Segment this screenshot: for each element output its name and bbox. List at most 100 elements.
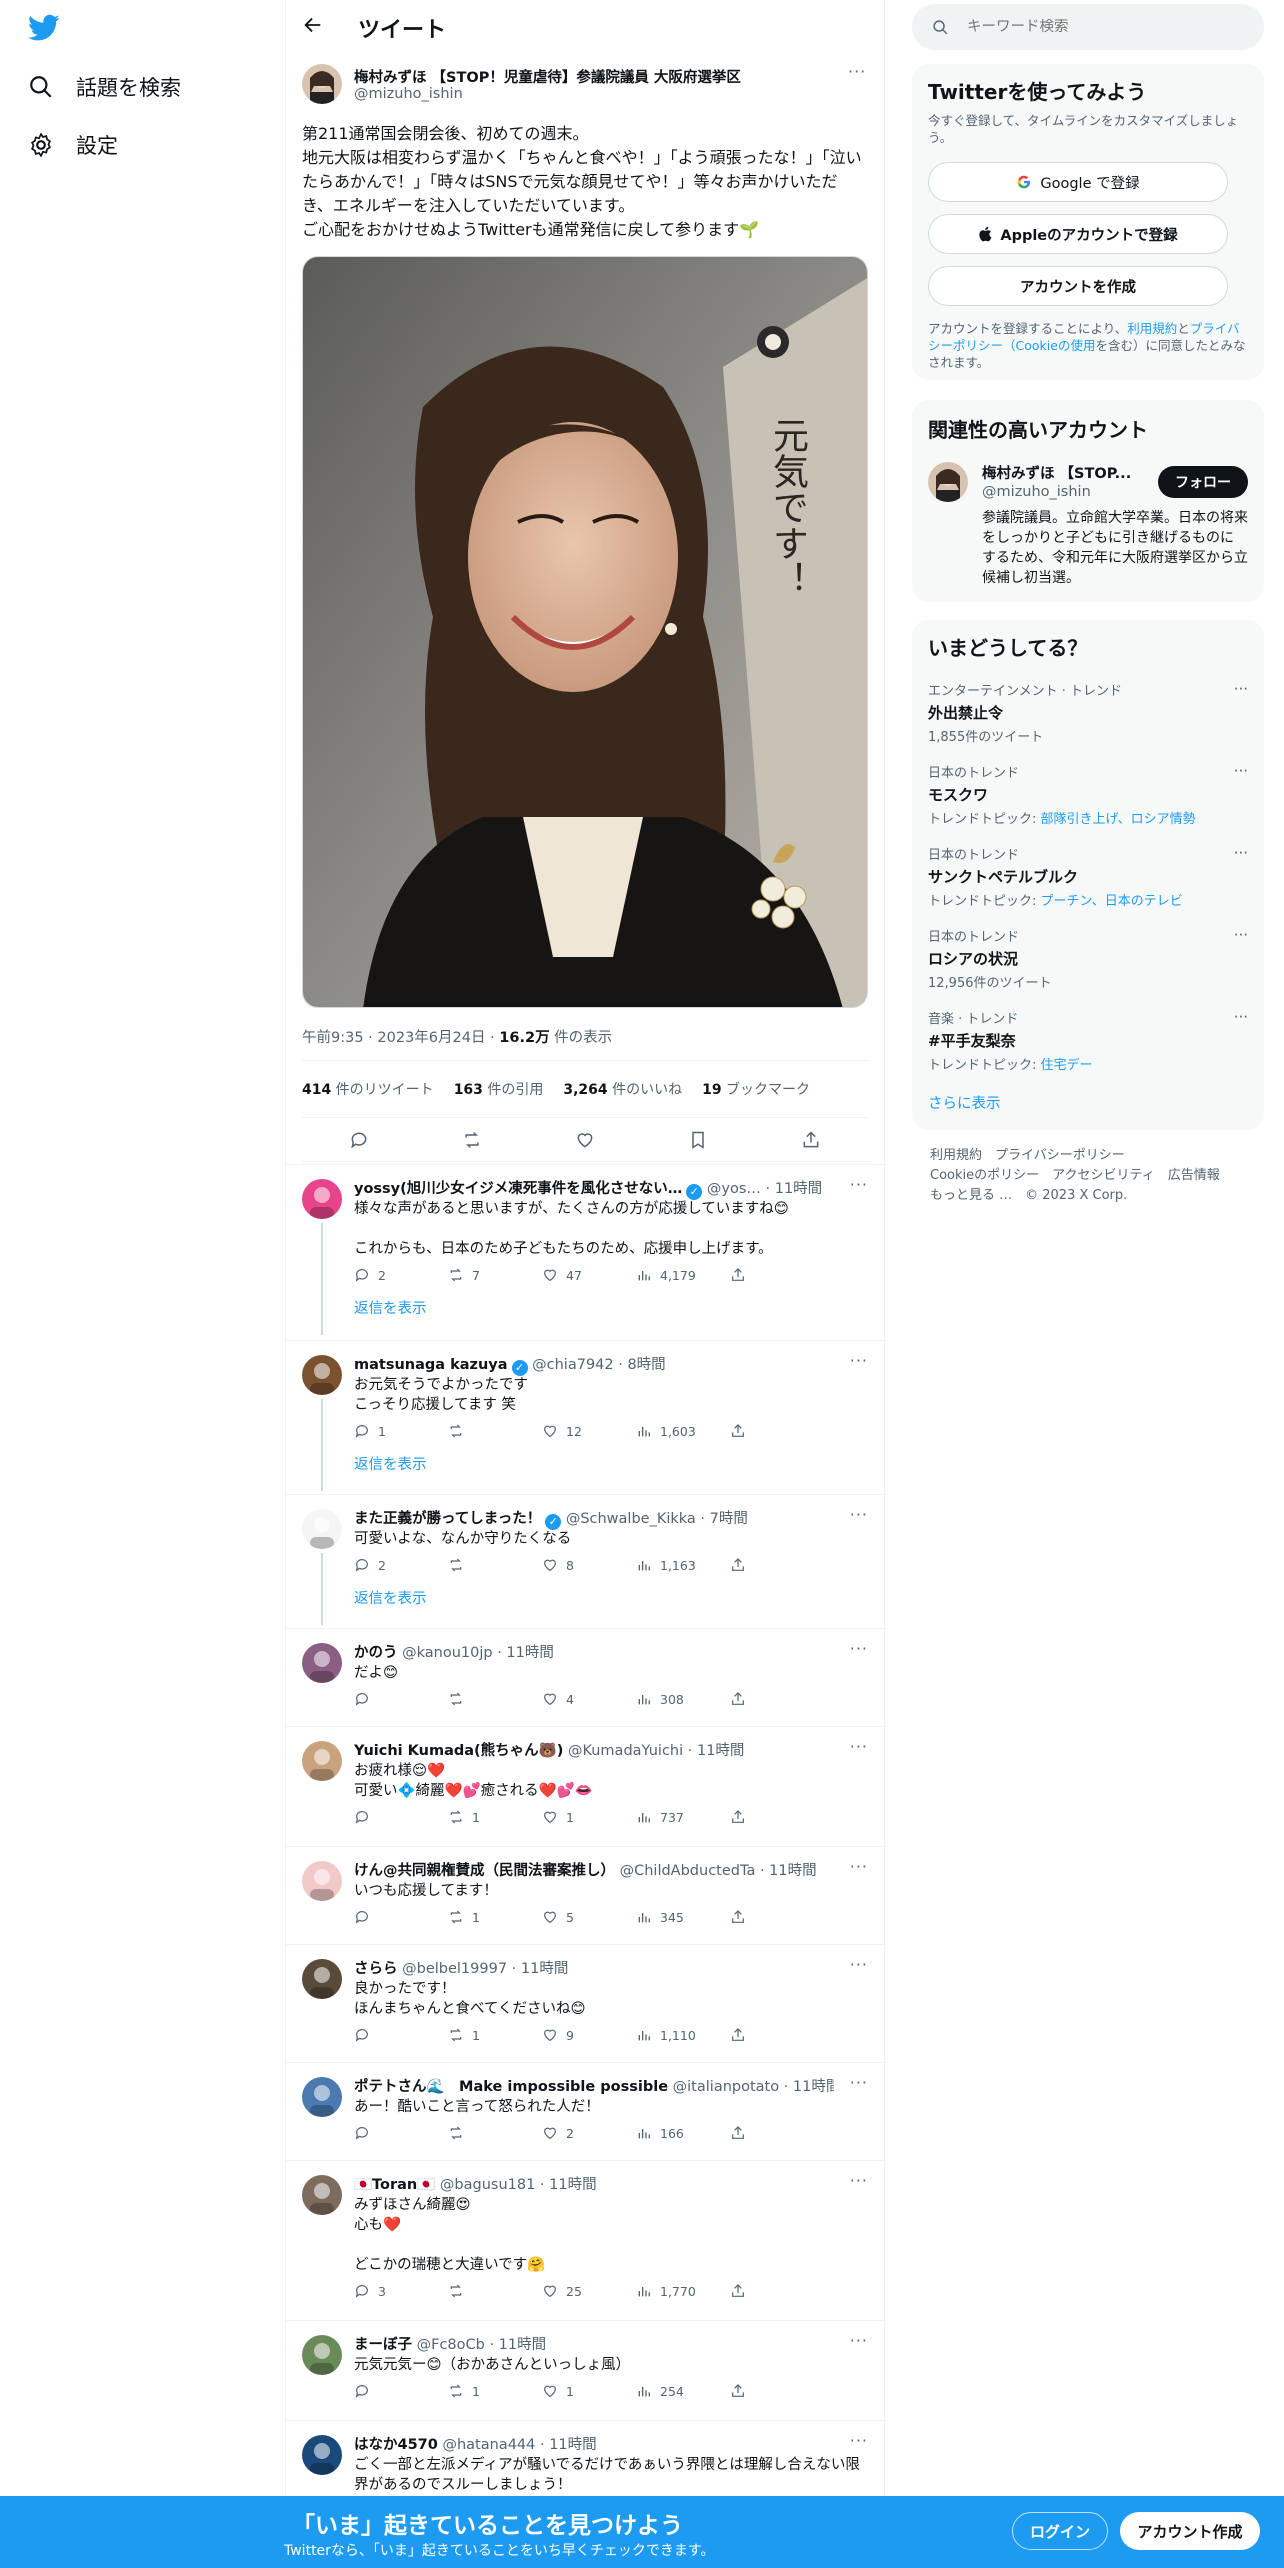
reply-author-handle[interactable]: @Fc8oCb: [417, 2337, 485, 2353]
terms-link[interactable]: 利用規約: [1127, 321, 1177, 336]
more-options-icon[interactable]: ···: [850, 2073, 868, 2092]
like-button[interactable]: 4: [542, 1691, 636, 1707]
related-name[interactable]: 梅村みずほ 【STOP...: [982, 462, 1131, 483]
reply-author-handle[interactable]: @ChildAbductedTa: [620, 1863, 756, 1879]
more-options-icon[interactable]: ···: [850, 1857, 868, 1876]
more-options-icon[interactable]: ···: [850, 1639, 868, 1658]
related-handle[interactable]: @mizuho_ishin: [982, 484, 1091, 500]
reply-button[interactable]: [354, 2383, 448, 2399]
reply-author-name[interactable]: 🇯🇵Toran🇯🇵: [354, 2177, 435, 2193]
views-button[interactable]: 166: [636, 2125, 730, 2141]
retweet-button[interactable]: [448, 2125, 542, 2141]
reply-time[interactable]: · 8時間: [618, 1357, 665, 1373]
more-options-icon[interactable]: ···: [850, 1737, 868, 1756]
show-replies-link[interactable]: 返信を表示: [354, 1453, 427, 1474]
views-button[interactable]: 1,770: [636, 2283, 730, 2299]
google-signup-button[interactable]: Google で登録: [928, 162, 1228, 202]
retweets-stat[interactable]: 414 件のリツイート: [302, 1079, 434, 1099]
reply-tweet[interactable]: ポテトさん🌊 Make impossible possible @italian…: [286, 2062, 884, 2160]
reply-time[interactable]: · 11時間: [766, 1181, 823, 1197]
follow-button[interactable]: フォロー: [1158, 466, 1248, 498]
reply-author-name[interactable]: また正義が勝ってしまった！: [354, 1511, 541, 1527]
more-options-icon[interactable]: ···: [850, 2431, 868, 2450]
reply-tweet[interactable]: 🇯🇵Toran🇯🇵 @bagusu181 · 11時間 ··· みずほさん綺麗😍…: [286, 2160, 884, 2320]
retweet-button[interactable]: [448, 1691, 542, 1707]
trend-item[interactable]: 音楽 · トレンド #平手友梨奈 トレンドトピック: 住宅デー ···: [928, 1008, 1248, 1073]
reply-tweet[interactable]: まーぼ子 @Fc8oCb · 11時間 ··· 元気元気ー😊（おかあさんといっし…: [286, 2320, 884, 2420]
retweet-icon[interactable]: [462, 1130, 482, 1150]
reply-tweet[interactable]: Yuichi Kumada(熊ちゃん🐻) @KumadaYuichi · 11時…: [286, 1726, 884, 1846]
reply-author-handle[interactable]: @italianpotato: [673, 2079, 779, 2095]
avatar[interactable]: [302, 1959, 342, 1999]
author-avatar[interactable]: [302, 64, 342, 104]
signup-button[interactable]: アカウント作成: [1120, 2512, 1260, 2550]
reply-author-handle[interactable]: @kanou10jp: [402, 1645, 492, 1661]
show-replies-link[interactable]: 返信を表示: [354, 1587, 427, 1608]
reply-author-name[interactable]: かのう: [354, 1645, 398, 1661]
reply-button[interactable]: [354, 1909, 448, 1925]
views-button[interactable]: 345: [636, 1909, 730, 1925]
reply-author-name[interactable]: ポテトさん🌊 Make impossible possible: [354, 2079, 668, 2095]
footer-line-3[interactable]: もっと見る … © 2023 X Corp.: [930, 1186, 1220, 1206]
views-button[interactable]: 737: [636, 1809, 730, 1825]
retweet-button[interactable]: 1: [448, 1909, 542, 1925]
reply-button[interactable]: 3: [354, 2283, 448, 2299]
tweet-time[interactable]: 午前9:35 · 2023年6月24日 ·: [302, 1030, 499, 1046]
author-name[interactable]: 梅村みずほ 【STOP！児童虐待】参議院議員 大阪府選挙区: [354, 66, 741, 87]
trend-topic-links[interactable]: 住宅デー: [1041, 1058, 1093, 1073]
share-button[interactable]: [730, 1691, 760, 1707]
bookmarks-stat[interactable]: 19 ブックマーク: [702, 1079, 810, 1099]
nav-settings[interactable]: 設定: [28, 130, 118, 160]
retweet-button[interactable]: 1: [448, 1809, 542, 1825]
views-button[interactable]: 4,179: [636, 1267, 730, 1283]
reply-author-name[interactable]: Yuichi Kumada(熊ちゃん🐻): [354, 1743, 563, 1759]
nav-explore[interactable]: 話題を検索: [28, 72, 181, 102]
reply-time[interactable]: · 11時間: [512, 1961, 569, 1977]
more-options-icon[interactable]: ···: [1234, 844, 1248, 862]
share-button[interactable]: [730, 2383, 760, 2399]
share-button[interactable]: [730, 1557, 760, 1573]
retweet-button[interactable]: [448, 1423, 542, 1439]
related-avatar[interactable]: [928, 462, 968, 502]
share-button[interactable]: [730, 1909, 760, 1925]
reply-time[interactable]: · 11時間: [540, 2437, 597, 2453]
like-button[interactable]: 8: [542, 1557, 636, 1573]
reply-icon[interactable]: [349, 1130, 369, 1150]
like-button[interactable]: 5: [542, 1909, 636, 1925]
avatar[interactable]: [302, 1179, 342, 1219]
views-button[interactable]: 1,110: [636, 2027, 730, 2043]
reply-time[interactable]: · 11時間: [688, 1743, 745, 1759]
more-options-icon[interactable]: ···: [850, 2331, 868, 2350]
share-button[interactable]: [730, 1267, 760, 1283]
reply-button[interactable]: [354, 2027, 448, 2043]
create-account-button[interactable]: アカウントを作成: [928, 266, 1228, 306]
reply-tweet[interactable]: また正義が勝ってしまった！ ✓ @Schwalbe_Kikka · 7時間 ···…: [286, 1494, 884, 1628]
reply-author-handle[interactable]: @yos…: [707, 1181, 761, 1197]
reply-time[interactable]: · 11時間: [489, 2337, 546, 2353]
search-box[interactable]: [912, 4, 1264, 50]
more-options-icon[interactable]: ···: [850, 1175, 868, 1194]
share-button[interactable]: [730, 2283, 760, 2299]
views-button[interactable]: 254: [636, 2383, 730, 2399]
retweet-button[interactable]: 7: [448, 1267, 542, 1283]
like-button[interactable]: 47: [542, 1267, 636, 1283]
avatar[interactable]: [302, 2435, 342, 2475]
reply-author-name[interactable]: けん@共同親権賛成（民間法審案推し）: [354, 1863, 615, 1879]
retweet-button[interactable]: 1: [448, 2027, 542, 2043]
more-options-icon[interactable]: ···: [1234, 680, 1248, 698]
reply-author-name[interactable]: はなか4570: [354, 2437, 438, 2453]
avatar[interactable]: [302, 1643, 342, 1683]
login-button[interactable]: ログイン: [1012, 2512, 1108, 2550]
trend-topic-links[interactable]: プーチン、日本のテレビ: [1041, 894, 1183, 909]
reply-tweet[interactable]: はなか4570 @hatana444 · 11時間 ··· ごく一部と左派メディ…: [286, 2420, 884, 2500]
reply-author-handle[interactable]: @belbel19997: [402, 1961, 507, 1977]
share-button[interactable]: [730, 1423, 760, 1439]
reply-time[interactable]: · 7時間: [700, 1511, 747, 1527]
avatar[interactable]: [302, 1861, 342, 1901]
like-button[interactable]: 2: [542, 2125, 636, 2141]
more-options-icon[interactable]: ···: [1234, 926, 1248, 944]
reply-author-handle[interactable]: @KumadaYuichi: [568, 1743, 683, 1759]
reply-button[interactable]: [354, 1809, 448, 1825]
reply-tweet[interactable]: かのう @kanou10jp · 11時間 ··· だよ😊 4 308: [286, 1628, 884, 1726]
reply-tweet[interactable]: yossy(旭川少女イジメ凍死事件を風化させない… ✓ @yos… · 11時間 …: [286, 1164, 884, 1340]
